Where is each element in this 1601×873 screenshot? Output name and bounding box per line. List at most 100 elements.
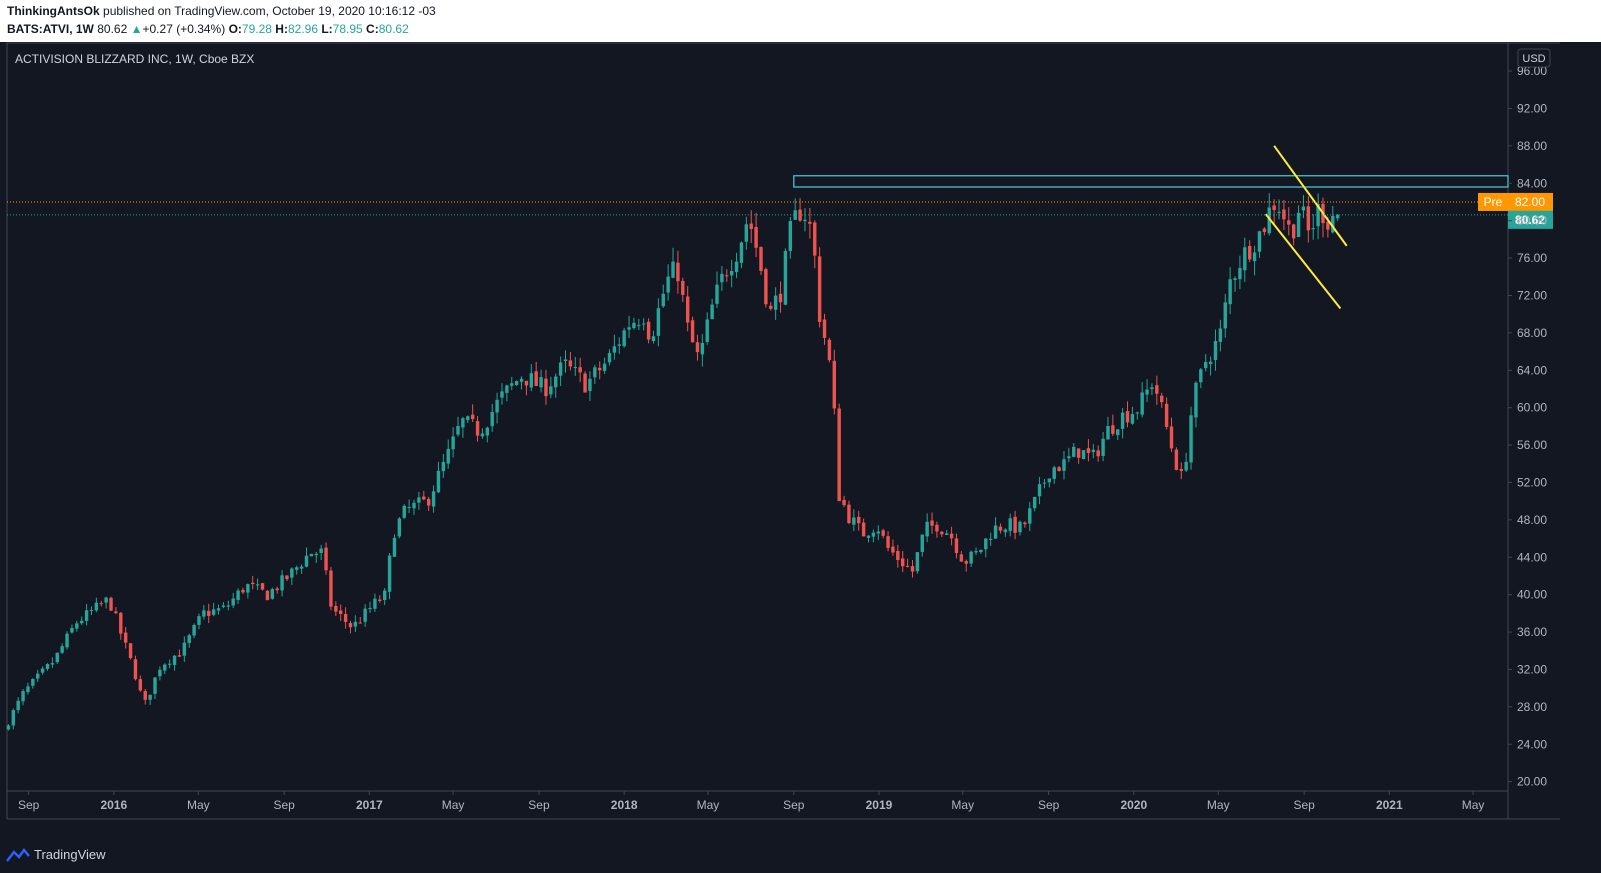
candle-body [925, 521, 929, 537]
candle-body [607, 352, 612, 363]
candle-body [314, 553, 318, 556]
candle-body [1306, 206, 1311, 231]
time-tick-label: May [697, 798, 720, 812]
candle-body [436, 470, 441, 493]
time-tick-label: May [187, 798, 210, 812]
candle-body [182, 642, 187, 656]
candle-body [1003, 529, 1008, 533]
candle-body [1262, 228, 1267, 232]
candle-body [881, 530, 885, 536]
candle-body [407, 506, 411, 508]
candle-body [695, 342, 700, 353]
candle-body [598, 367, 602, 371]
candle-body [236, 590, 240, 600]
candle-body [417, 497, 421, 503]
candle-body [861, 522, 866, 537]
candle-body [84, 610, 89, 621]
candle-body [705, 319, 709, 342]
candle-body [1311, 228, 1315, 230]
candle-body [666, 276, 670, 293]
footer-brand[interactable]: TradingView [6, 847, 106, 862]
price-tick-label: 80.00 [1517, 214, 1547, 228]
candle-body [1047, 478, 1052, 483]
candle-body [1247, 246, 1252, 260]
candle-body [202, 610, 206, 617]
price-tick-label: 92.00 [1517, 101, 1547, 115]
candle-body [392, 537, 397, 557]
candle-body [1116, 429, 1120, 436]
candle-body [221, 605, 226, 607]
candle-body [857, 516, 861, 524]
time-tick-label: Sep [18, 798, 40, 812]
chart-legend-title: ACTIVISION BLIZZARD INC, 1W, Cboe BZX [15, 52, 254, 66]
time-axis[interactable]: Sep 2016 May Sep 2017 May Sep 2018 May Sep 2019 May… [18, 791, 1484, 812]
candle-body [226, 605, 231, 607]
candle-body [690, 320, 695, 343]
candle-body [979, 549, 983, 553]
candle-body [1213, 340, 1218, 361]
candle-body [1223, 302, 1227, 329]
candle-body [187, 635, 191, 643]
candle-body [402, 505, 406, 518]
pre-market-price-value: 82.00 [1515, 195, 1545, 209]
candle-body [65, 633, 69, 648]
candle-body [495, 399, 499, 413]
candle-body [612, 346, 617, 353]
candle-body [207, 610, 211, 616]
candle-body [1008, 518, 1012, 531]
candle-body [6, 725, 11, 730]
candle-body [1062, 459, 1066, 471]
candle-body [1091, 449, 1096, 453]
candle-body [295, 567, 299, 570]
candle-body [1023, 522, 1027, 525]
candle-body [656, 308, 661, 336]
candle-body [412, 502, 416, 509]
candle-body [31, 678, 35, 686]
overlays-layer: Pre 82.0080.62 [7, 145, 1553, 310]
candle-body [1160, 395, 1164, 403]
candle-body [75, 623, 79, 629]
candle-body [114, 611, 118, 614]
candle-body [534, 371, 538, 386]
candle-body [1150, 387, 1154, 390]
candle-body [461, 418, 465, 428]
time-tick-label: 2018 [611, 798, 638, 812]
price-axis[interactable]: 96.0092.0088.0084.0080.0076.0072.0068.00… [1508, 64, 1547, 789]
candle-body [1037, 484, 1042, 497]
price-tick-label: 72.00 [1517, 288, 1547, 302]
candle-body [1301, 206, 1306, 211]
candle-body [446, 448, 450, 464]
candle-body [387, 555, 392, 592]
candle-body [822, 319, 827, 338]
trendline[interactable] [1273, 145, 1348, 247]
pre-market-label: Pre [1484, 195, 1503, 209]
candle-body [896, 550, 900, 560]
candle-body [993, 525, 998, 539]
price-chart[interactable]: Pre 82.0080.62 96.0092.0088.0084.0080.007… [0, 0, 1601, 873]
resistance-zone[interactable] [793, 175, 1509, 188]
candle-body [128, 643, 133, 659]
price-tick-label: 88.00 [1517, 139, 1547, 153]
candle-body [759, 247, 763, 271]
candle-body [715, 284, 719, 304]
candle-body [500, 391, 504, 398]
candle-body [627, 327, 631, 330]
time-tick-label: 2019 [866, 798, 893, 812]
candle-body [998, 526, 1003, 531]
candle-body [578, 367, 582, 373]
candle-body [348, 623, 353, 628]
candle-body [211, 609, 216, 615]
candle-body [480, 433, 485, 437]
candle-body [524, 380, 529, 386]
candle-body [485, 427, 490, 436]
candle-body [104, 597, 108, 603]
time-tick-label: 2020 [1120, 798, 1147, 812]
candle-body [441, 461, 446, 472]
candle-body [426, 498, 431, 506]
candle-body [1120, 412, 1125, 429]
candle-body [1106, 426, 1110, 440]
candle-body [988, 538, 993, 540]
candle-body [1140, 392, 1144, 415]
candle-body [549, 386, 553, 395]
time-tick-label: 2021 [1376, 798, 1403, 812]
